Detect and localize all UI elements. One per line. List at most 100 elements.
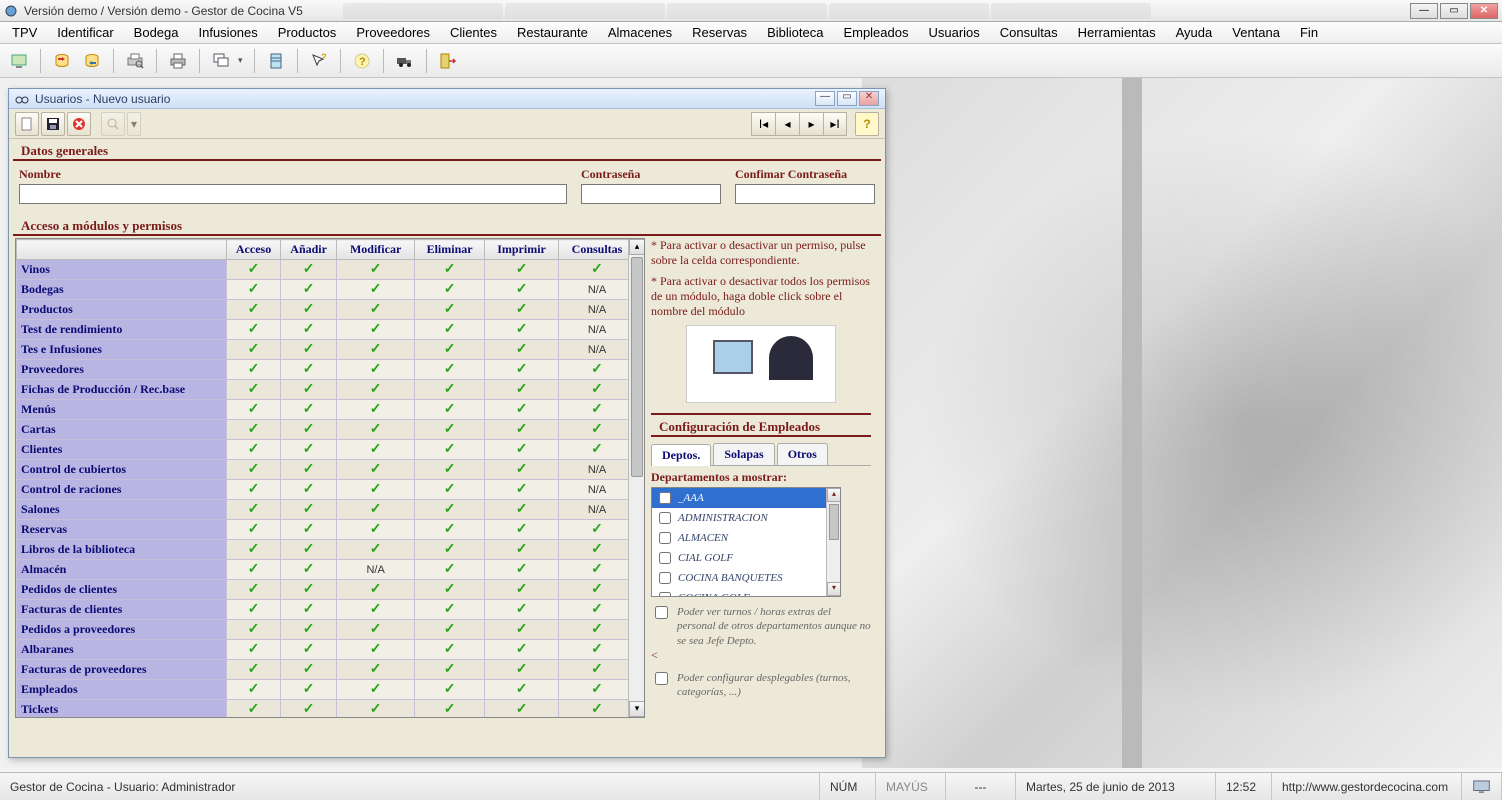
permission-cell[interactable]: ✓ — [337, 460, 415, 480]
module-name-cell[interactable]: Tes e Infusiones — [17, 340, 227, 360]
permission-cell[interactable]: N/A — [559, 300, 636, 320]
permission-cell[interactable]: ✓ — [227, 540, 281, 560]
tab-deptos[interactable]: Deptos. — [651, 444, 711, 466]
permission-cell[interactable]: ✓ — [281, 460, 337, 480]
tab-solapas[interactable]: Solapas — [713, 443, 774, 465]
permission-cell[interactable]: ✓ — [281, 420, 337, 440]
permission-cell[interactable]: ✓ — [281, 540, 337, 560]
permission-cell[interactable]: ✓ — [485, 680, 559, 700]
permission-cell[interactable]: ✓ — [559, 420, 636, 440]
toolbar-help-icon[interactable]: ? — [349, 48, 375, 74]
permission-cell[interactable]: ✓ — [281, 620, 337, 640]
toolbar-screen-icon[interactable] — [6, 48, 32, 74]
permission-cell[interactable]: ✓ — [559, 700, 636, 719]
permission-cell[interactable]: ✓ — [227, 340, 281, 360]
menu-tpv[interactable]: TPV — [2, 22, 47, 43]
permission-cell[interactable]: ✓ — [415, 400, 485, 420]
permission-cell[interactable]: ✓ — [281, 340, 337, 360]
close-button[interactable]: ✕ — [1470, 3, 1498, 19]
module-name-cell[interactable]: Salones — [17, 500, 227, 520]
contrasena-input[interactable] — [581, 184, 721, 204]
permission-cell[interactable]: ✓ — [337, 640, 415, 660]
permission-cell[interactable]: ✓ — [227, 580, 281, 600]
permission-cell[interactable]: ✓ — [337, 540, 415, 560]
module-name-cell[interactable]: Bodegas — [17, 280, 227, 300]
table-row[interactable]: Proveedores✓✓✓✓✓✓ — [17, 360, 636, 380]
permission-cell[interactable]: ✓ — [281, 400, 337, 420]
permission-cell[interactable]: ✓ — [485, 540, 559, 560]
permission-cell[interactable]: ✓ — [485, 380, 559, 400]
permission-cell[interactable]: ✓ — [559, 520, 636, 540]
toolbar-print-icon[interactable] — [165, 48, 191, 74]
permission-cell[interactable]: ✓ — [485, 340, 559, 360]
dept-scroll-up[interactable]: ▴ — [827, 488, 841, 502]
permission-cell[interactable]: ✓ — [281, 580, 337, 600]
table-row[interactable]: Control de raciones✓✓✓✓✓N/A — [17, 480, 636, 500]
permission-cell[interactable]: ✓ — [337, 600, 415, 620]
permission-cell[interactable]: ✓ — [559, 560, 636, 580]
permission-cell[interactable]: ✓ — [415, 620, 485, 640]
permission-cell[interactable]: ✓ — [227, 640, 281, 660]
permission-cell[interactable]: ✓ — [415, 480, 485, 500]
dept-scrollbar[interactable]: ▴ ▾ — [826, 488, 840, 596]
module-name-cell[interactable]: Cartas — [17, 420, 227, 440]
permission-cell[interactable]: ✓ — [415, 580, 485, 600]
emp-check-desplegables[interactable]: Poder configurar desplegables (turnos, c… — [651, 671, 871, 700]
permission-cell[interactable]: ✓ — [559, 580, 636, 600]
permission-cell[interactable]: ✓ — [485, 560, 559, 580]
permission-cell[interactable]: ✓ — [485, 620, 559, 640]
permission-cell[interactable]: ✓ — [281, 440, 337, 460]
table-row[interactable]: Empleados✓✓✓✓✓✓ — [17, 680, 636, 700]
module-name-cell[interactable]: Empleados — [17, 680, 227, 700]
menu-fin[interactable]: Fin — [1290, 22, 1328, 43]
permission-cell[interactable]: N/A — [337, 560, 415, 580]
save-button[interactable] — [41, 112, 65, 136]
table-row[interactable]: Fichas de Producción / Rec.base✓✓✓✓✓✓ — [17, 380, 636, 400]
table-row[interactable]: Almacén✓✓N/A✓✓✓ — [17, 560, 636, 580]
toolbar-db-out-icon[interactable] — [79, 48, 105, 74]
permission-cell[interactable]: ✓ — [337, 680, 415, 700]
permission-cell[interactable]: ✓ — [227, 360, 281, 380]
module-name-cell[interactable]: Reservas — [17, 520, 227, 540]
permission-cell[interactable]: ✓ — [559, 440, 636, 460]
permission-cell[interactable]: ✓ — [337, 340, 415, 360]
permission-cell[interactable]: ✓ — [415, 600, 485, 620]
toolbar-windows-icon[interactable] — [208, 48, 234, 74]
permission-cell[interactable]: ✓ — [337, 420, 415, 440]
dept-item[interactable]: ADMINISTRACION — [652, 508, 840, 528]
table-row[interactable]: Cartas✓✓✓✓✓✓ — [17, 420, 636, 440]
nav-next-button[interactable]: ▸ — [799, 112, 823, 136]
module-name-cell[interactable]: Control de raciones — [17, 480, 227, 500]
menu-consultas[interactable]: Consultas — [990, 22, 1068, 43]
dept-scroll-thumb[interactable] — [829, 504, 839, 540]
permissions-table[interactable]: AccesoAñadirModificarEliminarImprimirCon… — [16, 239, 636, 718]
permission-cell[interactable]: ✓ — [559, 540, 636, 560]
permission-cell[interactable]: ✓ — [227, 600, 281, 620]
dept-item[interactable]: _AAA — [652, 488, 840, 508]
permission-cell[interactable]: ✓ — [415, 320, 485, 340]
users-window-titlebar[interactable]: Usuarios - Nuevo usuario — ▭ ✕ — [9, 89, 885, 109]
permission-cell[interactable]: ✓ — [485, 420, 559, 440]
permission-cell[interactable]: N/A — [559, 460, 636, 480]
permission-cell[interactable]: ✓ — [281, 480, 337, 500]
permission-cell[interactable]: ✓ — [415, 280, 485, 300]
module-name-cell[interactable]: Facturas de clientes — [17, 600, 227, 620]
permission-cell[interactable]: ✓ — [281, 300, 337, 320]
permission-cell[interactable]: ✓ — [415, 340, 485, 360]
table-row[interactable]: Tickets✓✓✓✓✓✓ — [17, 700, 636, 719]
menu-biblioteca[interactable]: Biblioteca — [757, 22, 833, 43]
scroll-up-button[interactable]: ▴ — [629, 239, 645, 255]
emp-check-turnos[interactable]: Poder ver turnos / horas extras del pers… — [651, 605, 871, 648]
permission-cell[interactable]: ✓ — [559, 360, 636, 380]
permission-cell[interactable]: ✓ — [559, 400, 636, 420]
minimize-button[interactable]: — — [1410, 3, 1438, 19]
dept-checkbox[interactable] — [659, 492, 671, 504]
dept-checkbox[interactable] — [659, 572, 671, 584]
toolbar-help-context-icon[interactable]: ? — [306, 48, 332, 74]
permission-cell[interactable]: ✓ — [559, 260, 636, 280]
permission-cell[interactable]: ✓ — [415, 460, 485, 480]
search-button[interactable] — [101, 112, 125, 136]
permission-cell[interactable]: ✓ — [337, 260, 415, 280]
permission-cell[interactable]: ✓ — [227, 380, 281, 400]
permission-cell[interactable]: ✓ — [281, 260, 337, 280]
